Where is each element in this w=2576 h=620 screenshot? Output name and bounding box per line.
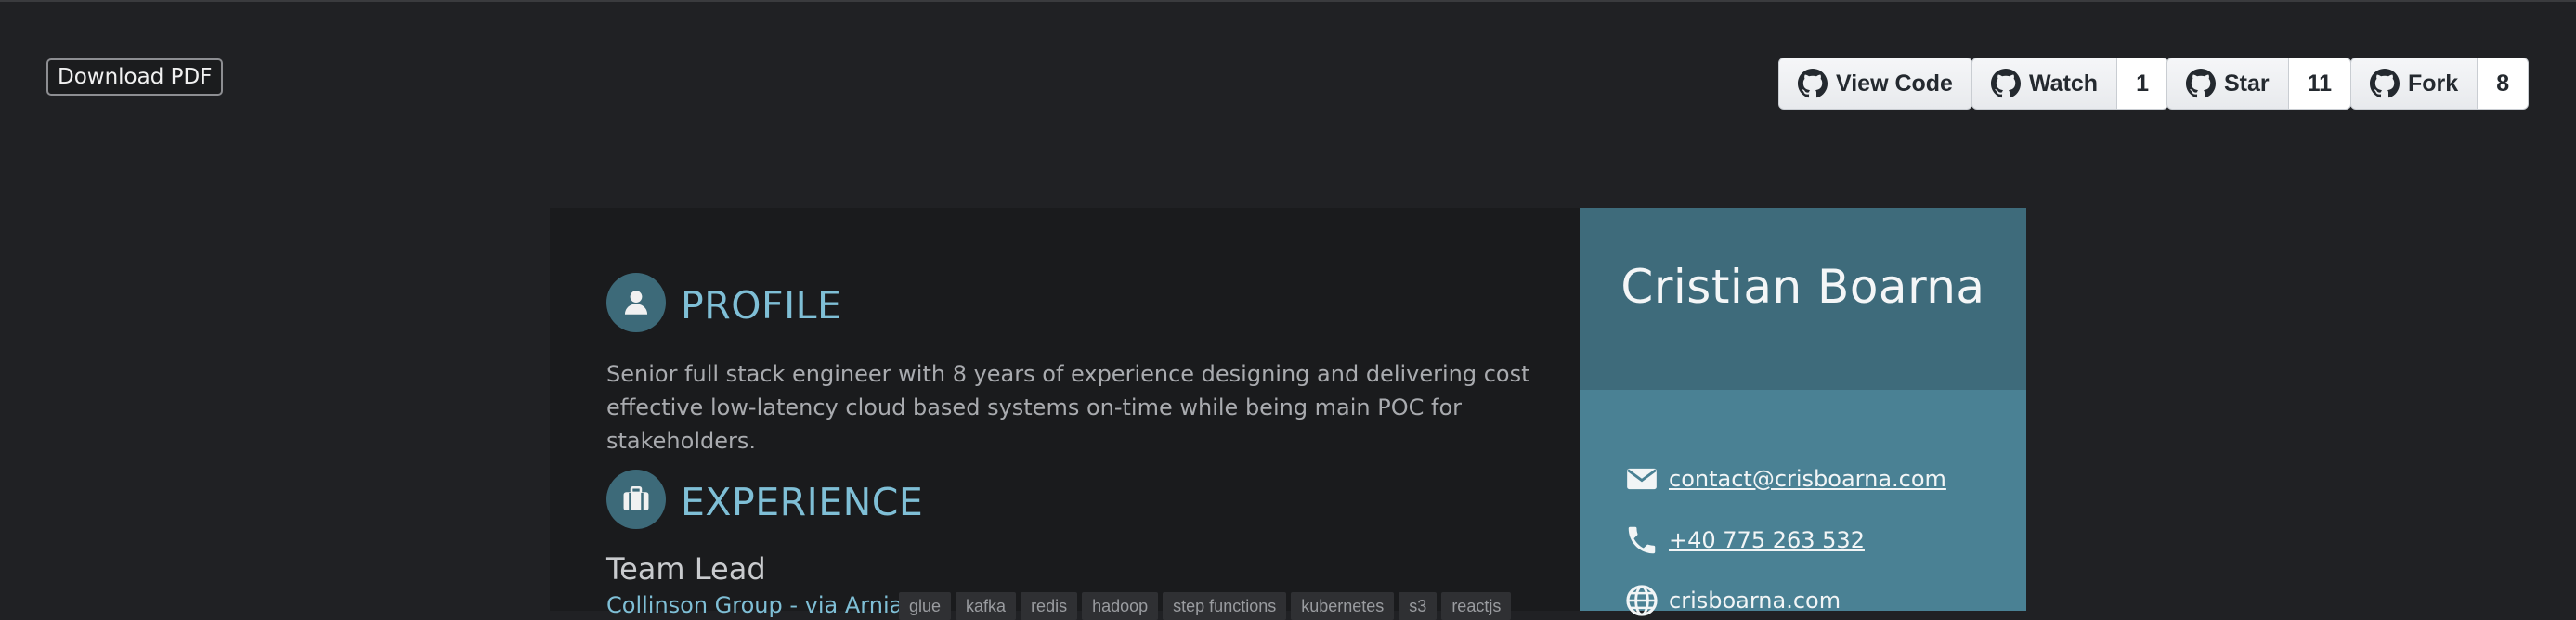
skill-tag: kafka	[956, 592, 1017, 620]
watch-count[interactable]: 1	[2117, 58, 2168, 110]
view-code-button[interactable]: View Code	[1778, 58, 1972, 110]
github-icon	[2370, 69, 2400, 98]
watch-button[interactable]: Watch	[1971, 58, 2118, 110]
contact-website: crisboarna.com	[1624, 583, 1841, 618]
skill-tag: glue	[899, 592, 952, 620]
globe-icon	[1626, 585, 1658, 616]
skill-tag: kubernetes	[1291, 592, 1395, 620]
skill-tag: reactjs	[1441, 592, 1512, 620]
job-company[interactable]: Collinson Group - via Arnia	[606, 592, 903, 618]
github-star-group: Star 11	[2166, 58, 2352, 110]
github-fork-group: Fork 8	[2350, 58, 2530, 110]
star-count[interactable]: 11	[2288, 58, 2352, 110]
watch-label: Watch	[2029, 70, 2099, 97]
download-pdf-button[interactable]: Download PDF	[46, 58, 224, 96]
star-button[interactable]: Star	[2166, 58, 2289, 110]
job-title: Team Lead	[606, 551, 766, 587]
experience-heading: EXPERIENCE	[681, 480, 924, 524]
fork-button[interactable]: Fork	[2350, 58, 2478, 110]
briefcase-icon	[606, 470, 666, 529]
star-label: Star	[2224, 70, 2270, 97]
fork-count[interactable]: 8	[2478, 58, 2530, 110]
job-tags: glue kafka redis hadoop step functions k…	[899, 592, 1512, 620]
github-icon	[2186, 69, 2216, 98]
skill-tag: redis	[1021, 592, 1078, 620]
phone-icon	[1628, 526, 1656, 554]
website-link[interactable]: crisboarna.com	[1669, 588, 1841, 614]
view-code-label: View Code	[1836, 70, 1953, 97]
profile-summary: Senior full stack engineer with 8 years …	[606, 361, 1530, 454]
profile-heading: PROFILE	[681, 283, 842, 328]
person-name: Cristian Boarna	[1620, 260, 1985, 314]
phone-link[interactable]: +40 775 263 532	[1669, 527, 1865, 553]
skill-tag: step functions	[1163, 592, 1287, 620]
github-icon	[1798, 69, 1828, 98]
contact-email: contact@crisboarna.com	[1624, 461, 1946, 497]
user-icon	[606, 273, 666, 332]
skill-tag: s3	[1399, 592, 1438, 620]
github-icon	[1991, 69, 2021, 98]
contact-phone: +40 775 263 532	[1624, 523, 1865, 558]
github-view-code-group: View Code	[1778, 58, 1972, 110]
email-link[interactable]: contact@crisboarna.com	[1669, 466, 1946, 492]
sidebar-header: Cristian Boarna	[1580, 208, 2026, 390]
github-watch-group: Watch 1	[1971, 58, 2168, 110]
skill-tag: hadoop	[1082, 592, 1159, 620]
envelope-icon	[1627, 468, 1657, 490]
top-divider	[0, 0, 2576, 2]
fork-label: Fork	[2408, 70, 2459, 97]
